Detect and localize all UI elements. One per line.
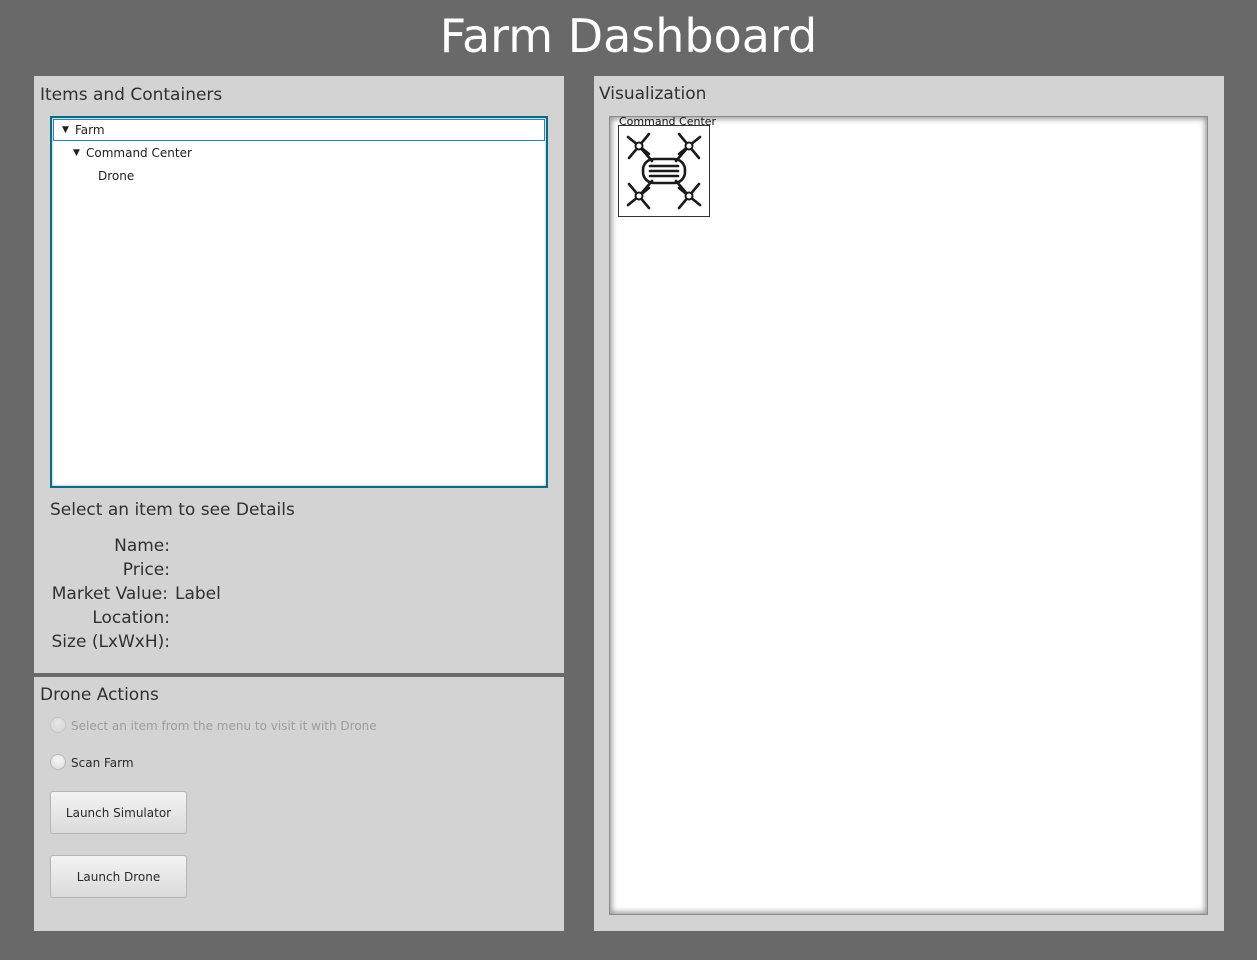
tree-item-farm[interactable]: ▼ Farm [53, 119, 545, 141]
tree-item-command-center[interactable]: ▼ Command Center [52, 142, 546, 164]
tree-item-drone[interactable]: Drone [52, 165, 546, 187]
items-panel: Items and Containers ▼ Farm ▼ Command Ce… [34, 76, 564, 673]
items-panel-title: Items and Containers [40, 85, 223, 105]
size-label: Size (LxWxH): [51, 632, 170, 652]
launch-simulator-button[interactable]: Launch Simulator [50, 791, 187, 834]
market-value-label: Market Value: [51, 584, 168, 604]
scan-farm-radio[interactable] [50, 754, 66, 770]
market-value-value: Label [175, 584, 221, 604]
name-label: Name: [114, 536, 170, 556]
tree-item-label: Farm [75, 123, 105, 137]
visualization-panel: Visualization Command Center [594, 76, 1224, 931]
visualization-title: Visualization [599, 84, 707, 104]
tree-item-label: Command Center [86, 146, 192, 160]
drone-icon[interactable] [619, 126, 709, 216]
drone-actions-title: Drone Actions [40, 685, 159, 705]
visualization-canvas[interactable]: Command Center [609, 115, 1208, 915]
tree-item-label: Drone [98, 169, 135, 183]
drone-actions-panel: Drone Actions Select an item from the me… [34, 677, 564, 931]
app-title: Farm Dashboard [439, 9, 818, 63]
expand-arrow-icon[interactable]: ▼ [62, 120, 69, 140]
scan-farm-label: Scan Farm [71, 756, 134, 770]
details-heading: Select an item to see Details [50, 500, 295, 520]
visit-item-label: Select an item from the menu to visit it… [71, 719, 377, 733]
command-center-box[interactable] [618, 125, 710, 217]
items-tree[interactable]: ▼ Farm ▼ Command Center Drone [50, 116, 548, 488]
price-label: Price: [122, 560, 170, 580]
command-center-label: Command Center [619, 115, 717, 128]
expand-arrow-icon[interactable]: ▼ [73, 142, 80, 164]
location-label: Location: [92, 608, 170, 628]
visit-item-radio[interactable] [50, 717, 66, 733]
launch-drone-button[interactable]: Launch Drone [50, 855, 187, 898]
